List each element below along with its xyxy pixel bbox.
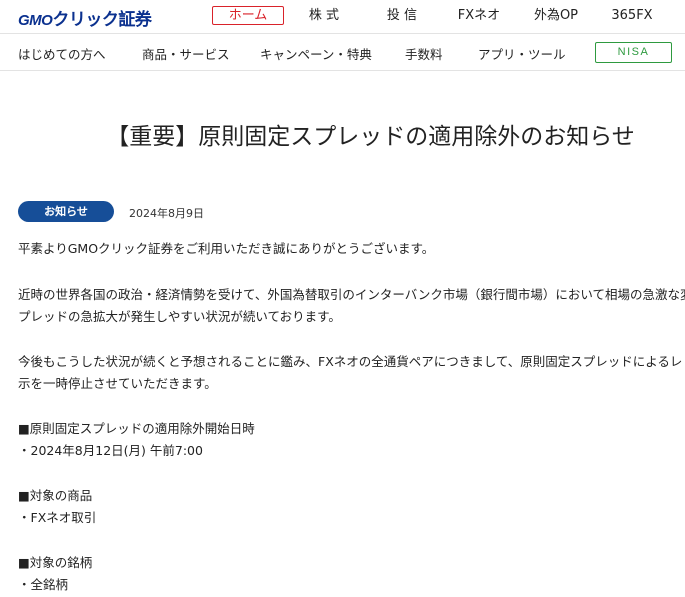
top-nav-stocks[interactable]: 株 式 <box>300 6 348 25</box>
top-nav-fx-neo[interactable]: FXネオ <box>450 6 508 25</box>
section-heading: ■対象の商品 <box>18 488 93 503</box>
paragraph-line: 今後もこうした状況が続くと予想されることに鑑み、FXネオの全通貨ペアにつきまして… <box>18 354 683 369</box>
site-logo[interactable]: GMOクリック証券 <box>18 5 152 30</box>
sub-nav-apps-tools[interactable]: アプリ・ツール <box>478 44 566 63</box>
category-badge: お知らせ <box>18 201 114 222</box>
paragraph-line: プレッドの急拡大が発生しやすい状況が続いております。 <box>18 309 341 324</box>
section-item: ・2024年8月12日(月) 午前7:00 <box>18 443 203 458</box>
top-nav-funds[interactable]: 投 信 <box>378 6 426 25</box>
nisa-button[interactable]: NISA <box>595 42 672 63</box>
logo-gmo: GMO <box>18 12 53 29</box>
section-heading: ■原則固定スプレッドの適用除外開始日時 <box>18 421 255 436</box>
sub-nav-fees[interactable]: 手数料 <box>405 44 443 63</box>
top-header: GMOクリック証券 ホーム 株 式 投 信 FXネオ 外為OP 365FX <box>0 0 685 34</box>
paragraph-line: 示を一時停止させていただきます。 <box>18 376 217 391</box>
section-heading: ■対象の銘柄 <box>18 555 93 570</box>
page-title: 【重要】原則固定スプレッドの適用除外のお知らせ <box>106 124 635 150</box>
sub-nav-beginners[interactable]: はじめての方へ <box>18 44 106 63</box>
top-nav-365fx[interactable]: 365FX <box>604 6 660 25</box>
post-date: 2024年8月9日 <box>129 207 204 220</box>
greeting-text: 平素よりGMOクリック証券をご利用いただき誠にありがとうございます。 <box>18 241 435 256</box>
section-item: ・FXネオ取引 <box>18 510 97 525</box>
page: GMOクリック証券 ホーム 株 式 投 信 FXネオ 外為OP 365FX はじ… <box>0 0 685 597</box>
top-nav-home[interactable]: ホーム <box>212 6 284 25</box>
top-nav-fx-option[interactable]: 外為OP <box>526 6 586 25</box>
section-item: ・全銘柄 <box>18 577 69 592</box>
logo-name: クリック証券 <box>52 10 152 29</box>
paragraph-line: 近時の世界各国の政治・経済情勢を受けて、外国為替取引のインターバンク市場（銀行間… <box>18 287 685 302</box>
sub-nav: はじめての方へ 商品・サービス キャンペーン・特典 手数料 アプリ・ツール NI… <box>0 34 685 71</box>
sub-nav-products[interactable]: 商品・サービス <box>142 44 230 63</box>
sub-nav-campaigns[interactable]: キャンペーン・特典 <box>260 44 372 63</box>
